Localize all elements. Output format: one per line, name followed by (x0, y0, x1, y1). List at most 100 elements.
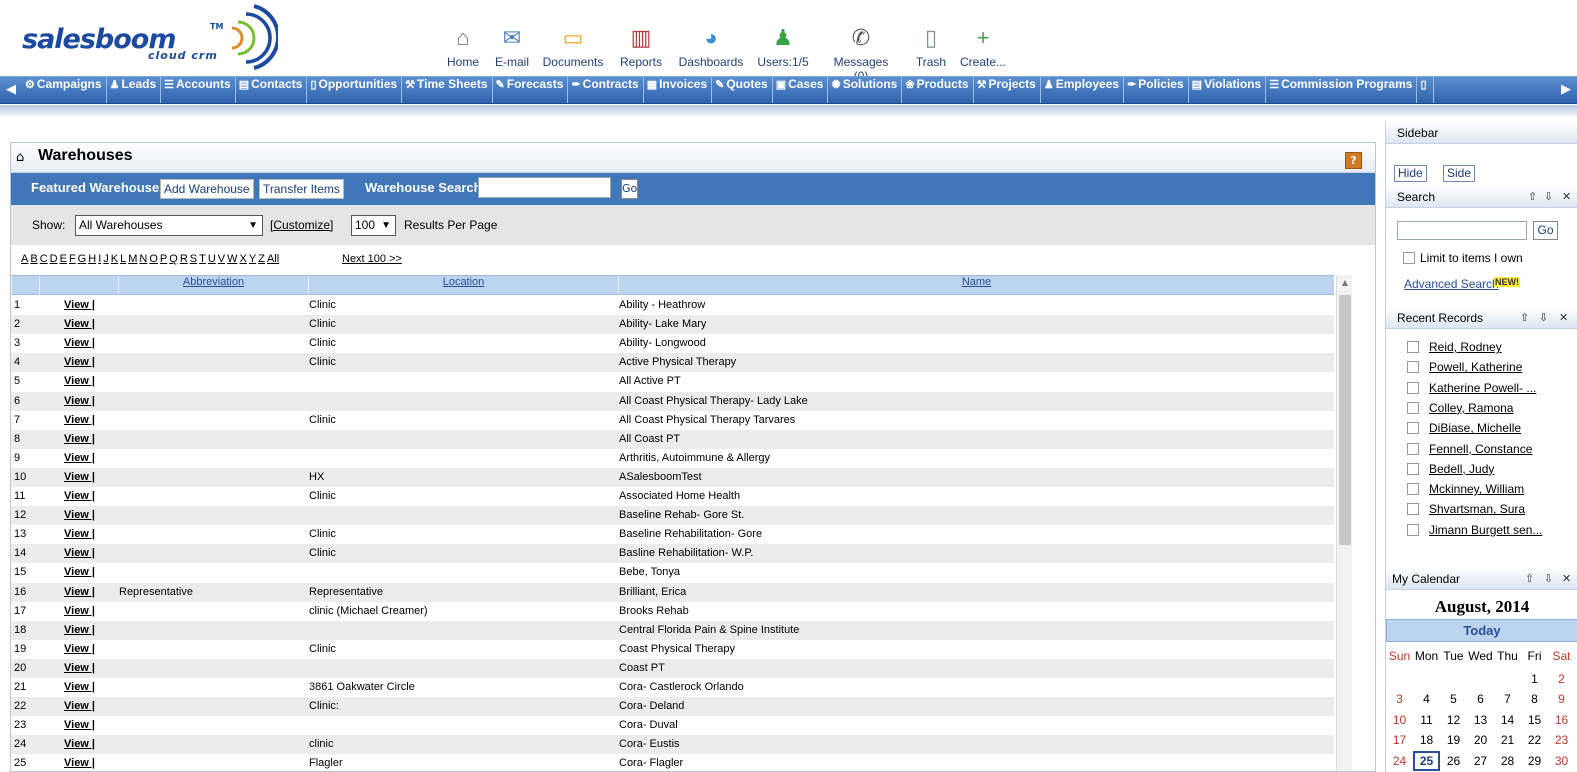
recent-record-link[interactable]: DiBiase, Michelle (1429, 421, 1521, 435)
nav-tab-opportunities[interactable]: ▯ Opportunities (307, 77, 403, 103)
recent-record-item[interactable]: Bedell, Judy (1407, 462, 1494, 480)
calendar-day[interactable]: 26 (1440, 751, 1467, 771)
top-nav-create[interactable]: + Create... (948, 22, 1018, 69)
alpha-filter-v[interactable]: V (218, 253, 225, 265)
recent-record-link[interactable]: Jimann Burgett sen... (1429, 523, 1542, 537)
move-up-icon[interactable]: ⇧ (1520, 307, 1529, 329)
hide-sidebar-button[interactable]: Hide (1394, 165, 1427, 182)
recent-record-link[interactable]: Colley, Ramona (1429, 401, 1513, 415)
calendar-day[interactable]: 24 (1386, 751, 1413, 771)
alpha-filter-z[interactable]: Z (258, 253, 265, 265)
alpha-filter-b[interactable]: B (30, 253, 37, 265)
calendar-day[interactable]: 8 (1521, 689, 1548, 709)
view-link[interactable]: View | (64, 392, 95, 411)
top-nav-reports[interactable]: ▥ Reports (606, 22, 676, 69)
calendar-day[interactable]: 29 (1521, 751, 1548, 771)
calendar-day[interactable]: 17 (1386, 730, 1413, 750)
view-link[interactable]: View | (64, 583, 95, 602)
nav-tab-projects[interactable]: ⚒ Projects (974, 77, 1041, 103)
nav-tab-commission-programs[interactable]: ☰ Commission Programs (1266, 77, 1418, 103)
column-location[interactable]: Location (308, 276, 618, 295)
recent-record-item[interactable]: Reid, Rodney (1407, 340, 1502, 358)
view-link[interactable]: View | (64, 372, 95, 391)
recent-record-link[interactable]: Mckinney, William (1429, 482, 1524, 496)
alpha-filter-d[interactable]: D (50, 253, 58, 265)
alpha-filter-a[interactable]: A (21, 253, 28, 265)
nav-tab-products[interactable]: ❀ Products (902, 77, 974, 103)
recent-record-link[interactable]: Shvartsman, Sura (1429, 502, 1525, 516)
alpha-filter-u[interactable]: U (208, 253, 216, 265)
alpha-filter-y[interactable]: Y (249, 253, 256, 265)
scroll-thumb[interactable] (1339, 295, 1351, 545)
view-link[interactable]: View | (64, 353, 95, 372)
view-link[interactable]: View | (64, 468, 95, 487)
recent-record-item[interactable]: Katherine Powell- ... (1407, 381, 1536, 399)
alpha-filter-l[interactable]: L (120, 253, 126, 265)
view-link[interactable]: View | (64, 602, 95, 621)
table-scrollbar[interactable]: ▲ (1336, 275, 1352, 771)
show-select[interactable]: All Warehouses ▼ (75, 215, 263, 236)
calendar-day[interactable]: 23 (1548, 730, 1575, 750)
calendar-day[interactable]: 20 (1467, 730, 1494, 750)
recent-record-checkbox[interactable] (1407, 401, 1419, 414)
view-link[interactable]: View | (64, 525, 95, 544)
calendar-day[interactable]: 11 (1413, 710, 1440, 730)
close-icon[interactable]: ✕ (1559, 307, 1568, 329)
alpha-filter-w[interactable]: W (227, 253, 237, 265)
calendar-day[interactable]: 1 (1521, 669, 1548, 689)
alpha-filter-all[interactable]: All (267, 253, 279, 265)
top-nav-users[interactable]: ♟ Users:1/5 (748, 22, 818, 69)
view-link[interactable]: View | (64, 449, 95, 468)
recent-record-checkbox[interactable] (1407, 483, 1419, 496)
warehouse-search-input[interactable] (478, 177, 611, 198)
nav-tab-time-sheets[interactable]: ⚒ Time Sheets (402, 77, 493, 103)
alpha-filter-o[interactable]: O (149, 253, 158, 265)
view-link[interactable]: View | (64, 659, 95, 678)
nav-left-arrow-icon[interactable]: ◀ (2, 77, 20, 103)
nav-tab-accounts[interactable]: ☰ Accounts (161, 77, 236, 103)
recent-record-link[interactable]: Katherine Powell- ... (1429, 381, 1536, 395)
move-up-icon[interactable]: ⇧ (1525, 568, 1534, 590)
alpha-filter-r[interactable]: R (180, 253, 188, 265)
recent-record-link[interactable]: Fennell, Constance (1429, 442, 1532, 456)
column-name[interactable]: Name (618, 276, 1334, 295)
nav-tab-forecasts[interactable]: ✎ Forecasts (493, 77, 569, 103)
calendar-day[interactable]: 12 (1440, 710, 1467, 730)
limit-items-checkbox[interactable]: Limit to items I own (1403, 251, 1523, 265)
calendar-day[interactable]: 13 (1467, 710, 1494, 730)
nav-tab-employees[interactable]: ♟ Employees (1041, 77, 1125, 103)
view-link[interactable]: View | (64, 334, 95, 353)
view-link[interactable]: View | (64, 315, 95, 334)
nav-tab-campaigns[interactable]: ⚙ Campaigns (22, 77, 107, 103)
calendar-day[interactable]: 22 (1521, 730, 1548, 750)
view-link[interactable]: View | (64, 430, 95, 449)
alpha-filter-s[interactable]: S (190, 253, 197, 265)
alpha-filter-j[interactable]: J (103, 253, 109, 265)
recent-record-item[interactable]: Shvartsman, Sura (1407, 502, 1525, 520)
recent-record-link[interactable]: Bedell, Judy (1429, 462, 1494, 476)
nav-tab-violations[interactable]: ▤ Violations (1189, 77, 1267, 103)
alpha-filter-e[interactable]: E (60, 253, 67, 265)
alpha-filter-g[interactable]: G (78, 253, 87, 265)
recent-record-item[interactable]: Powell, Katherine (1407, 360, 1522, 378)
recent-record-checkbox[interactable] (1407, 523, 1419, 536)
view-link[interactable]: View | (64, 697, 95, 716)
next-page-link[interactable]: Next 100 >> (342, 253, 402, 265)
move-down-icon[interactable]: ⇩ (1544, 186, 1553, 208)
nav-tab-policies[interactable]: ✒ Policies (1124, 77, 1189, 103)
view-link[interactable]: View | (64, 506, 95, 525)
customize-link[interactable]: [Customize] (270, 218, 333, 232)
alpha-filter-i[interactable]: I (98, 253, 101, 265)
recent-record-link[interactable]: Reid, Rodney (1429, 340, 1502, 354)
recent-record-item[interactable]: Jimann Burgett sen... (1407, 523, 1542, 541)
calendar-day[interactable]: 4 (1413, 689, 1440, 709)
nav-tab-contracts[interactable]: ✒ Contracts (568, 77, 644, 103)
view-link[interactable]: View | (64, 716, 95, 735)
transfer-items-button[interactable]: Transfer Items (259, 179, 344, 199)
view-link[interactable]: View | (64, 621, 95, 640)
move-down-icon[interactable]: ⇩ (1544, 568, 1553, 590)
per-page-select[interactable]: 100 ▼ (351, 215, 396, 236)
today-button[interactable]: Today (1386, 619, 1577, 642)
view-link[interactable]: View | (64, 640, 95, 659)
view-link[interactable]: View | (64, 678, 95, 697)
